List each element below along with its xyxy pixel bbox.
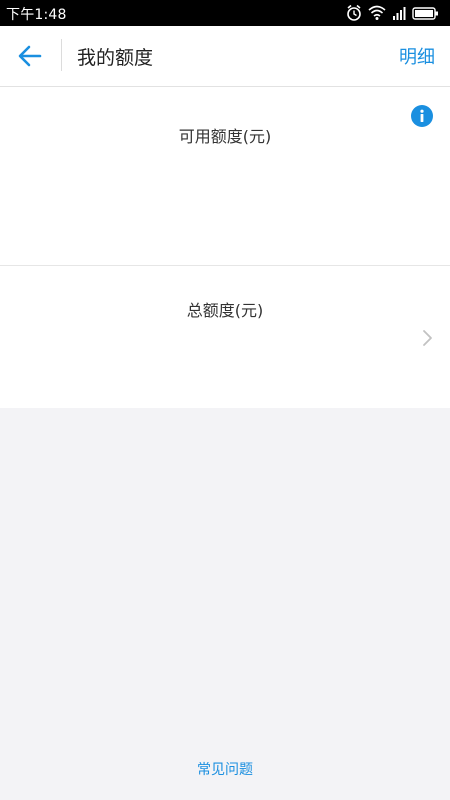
alarm-icon (347, 4, 361, 21)
status-bar: 下午1:48 (0, 0, 450, 26)
nav-divider (61, 39, 62, 71)
page-title: 我的额度 (77, 47, 154, 69)
detail-link[interactable]: 明细 (399, 43, 435, 69)
status-time: 下午1:48 (6, 7, 67, 23)
nav-bar: 我的额度 明细 (0, 26, 450, 87)
signal-icon (393, 7, 406, 20)
available-credit-label: 可用额度(元) (178, 127, 272, 146)
screen: 下午1:48 我的额度 明细 可用额度(元) 总额度(元) 常见问题 (0, 0, 450, 800)
info-icon[interactable] (411, 105, 433, 127)
total-credit-card[interactable]: 总额度(元) (0, 266, 450, 408)
wifi-icon (368, 5, 386, 20)
faq-link[interactable]: 常见问题 (0, 759, 450, 779)
back-arrow-icon (18, 45, 42, 67)
back-button[interactable] (14, 42, 46, 70)
total-credit-label: 总额度(元) (186, 301, 264, 320)
battery-icon (412, 7, 438, 20)
available-credit-card: 可用额度(元) (0, 87, 450, 266)
chevron-right-icon (422, 328, 434, 348)
